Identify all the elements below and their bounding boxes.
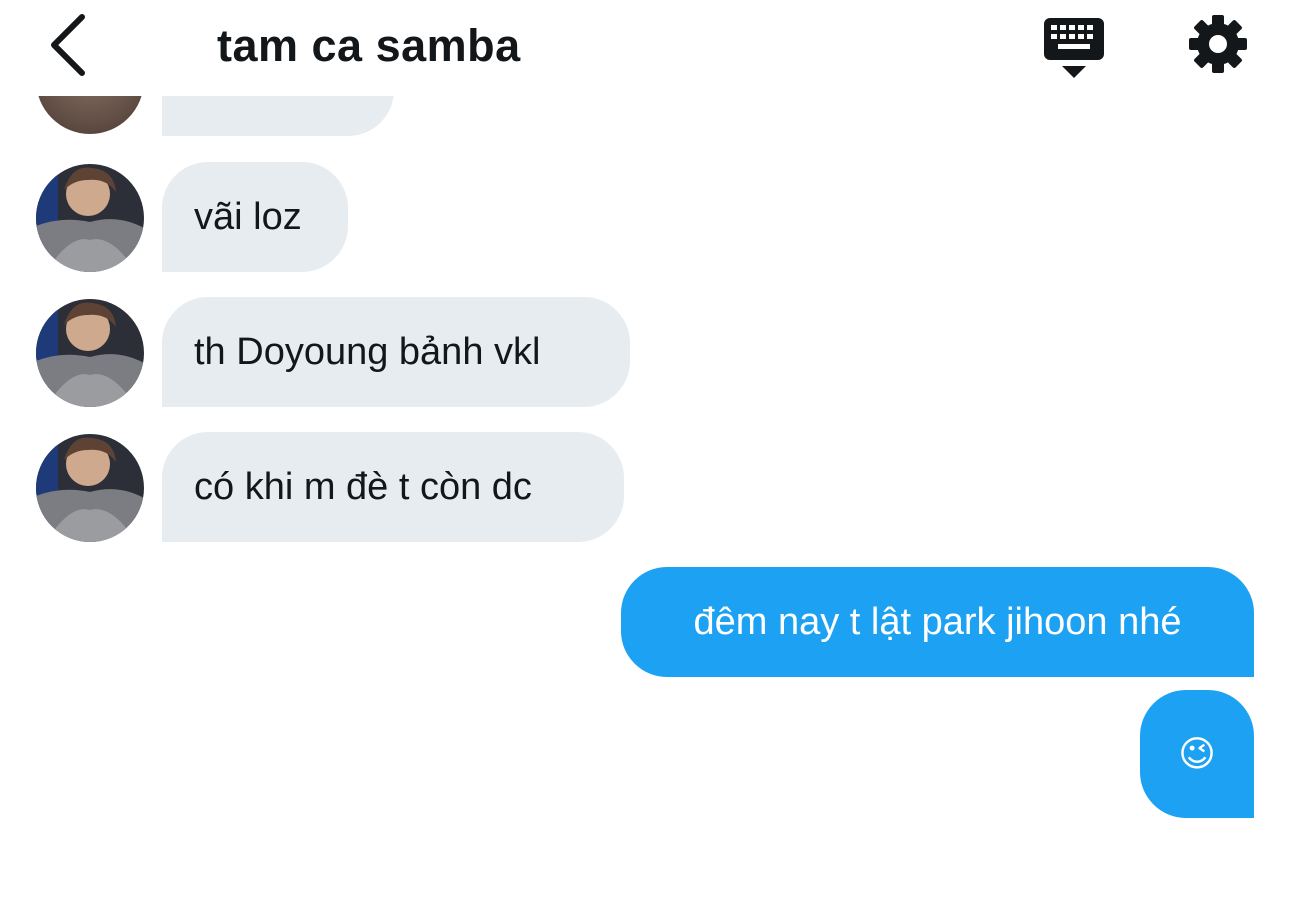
avatar[interactable] [36,299,144,407]
keyboard-toggle-button[interactable] [1040,14,1108,80]
keyboard-icon [1044,18,1104,78]
message-bubble-incoming[interactable]: th Doyoung bảnh vkl [162,297,630,407]
message-text: th Doyoung bảnh vkl [194,330,541,373]
gear-icon [1189,15,1247,73]
message-text: có khi m đè t còn dc [194,465,532,508]
avatar[interactable] [36,434,144,542]
message-text: vãi loz [194,195,302,238]
settings-button[interactable] [1186,12,1250,76]
conversation-title[interactable]: tam ca samba [217,18,521,74]
avatar-photo [36,299,144,407]
message-text: đêm nay t lật park jihoon nhé [693,600,1182,643]
avatar-photo [36,434,144,542]
winking-face-emoji: 😉 [1178,733,1216,774]
chevron-left-icon [51,14,85,76]
avatar[interactable] [36,164,144,272]
message-bubble-incoming[interactable]: có khi m đè t còn dc [162,432,624,542]
message-bubble-incoming[interactable]: vãi loz [162,162,348,272]
message-bubble-outgoing[interactable]: đêm nay t lật park jihoon nhé [621,567,1254,677]
message-bubble-outgoing[interactable]: 😉 [1140,690,1254,818]
back-button[interactable] [40,10,96,80]
avatar-photo [36,164,144,272]
conversation-header: tam ca samba [0,0,1290,96]
